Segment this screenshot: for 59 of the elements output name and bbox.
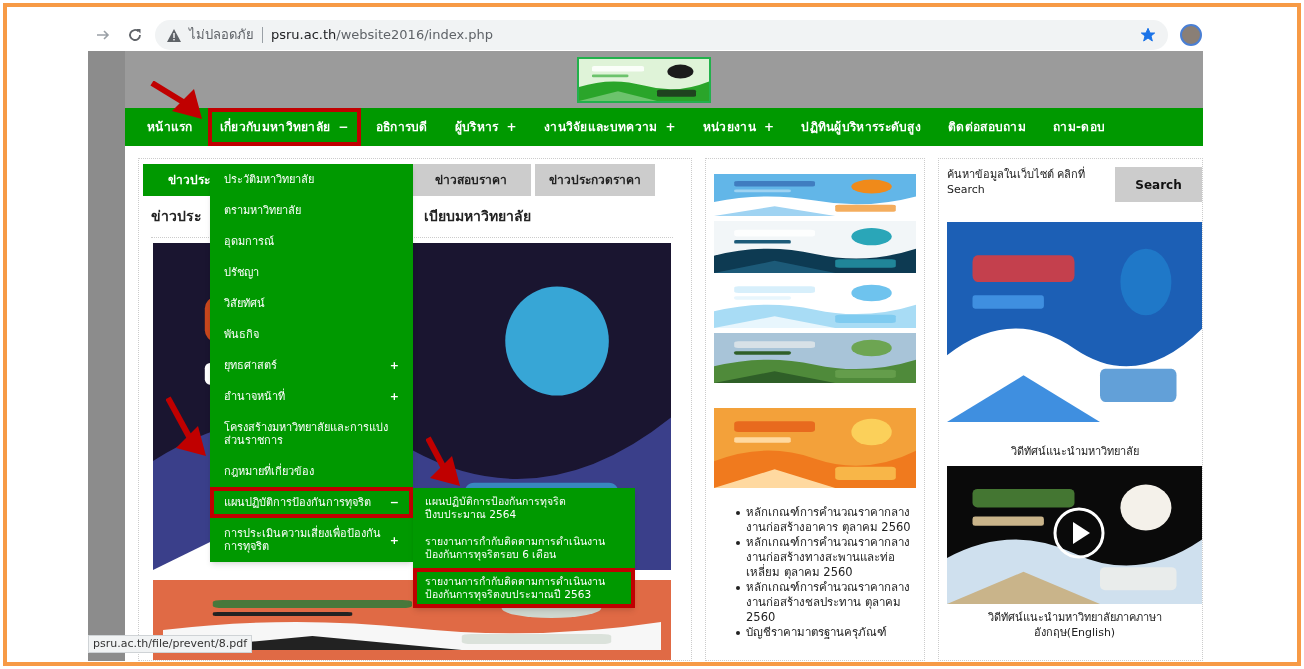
annotation-arrow: [166, 396, 206, 456]
submenu-item[interactable]: แผนปฏิบัติการป้องกันการทุจริตปีงบประมาณ 2564: [413, 488, 635, 528]
toggle-sign: +: [389, 359, 399, 372]
toggle-sign: +: [389, 533, 399, 547]
dropdown-item[interactable]: วิสัยทัศน์: [210, 288, 413, 319]
address-bar[interactable]: ไม่ปลอดภัย psru.ac.th/website2016/index.php: [155, 20, 1168, 50]
nav-item[interactable]: ติดต่อสอบถาม: [936, 108, 1039, 146]
price-link[interactable]: หลักเกณฑ์การคำนวณราคากลางงานก่อสร้างชลประทาน ตุลาคม 2560: [746, 580, 916, 625]
toggle-sign: +: [506, 120, 517, 134]
dropdown-item[interactable]: พันธกิจ: [210, 319, 413, 350]
nav-item[interactable]: หน่วยงาน +: [690, 108, 787, 146]
star-icon[interactable]: [1140, 27, 1156, 43]
dropdown-item[interactable]: ตรามหาวิทยาลัย: [210, 195, 413, 226]
bullet-icon: [736, 541, 740, 545]
video-caption: วิดีทัศน์แนะนำมหาวิทยาลัยภาคภาษาอังกฤษ(English): [986, 609, 1163, 640]
bullet-icon: [736, 586, 740, 590]
news-tab[interactable]: ข่าวสอบราคา: [411, 164, 531, 196]
nav-item[interactable]: ปฏิทินผู้บริหารระดับสูง: [789, 108, 934, 146]
toggle-sign: +: [763, 120, 775, 134]
price-link[interactable]: บัญชีราคามาตรฐานครุภัณฑ์: [746, 625, 887, 640]
annotation-arrow: [150, 81, 202, 119]
nav-item[interactable]: ผู้บริหาร +: [442, 108, 529, 146]
reload-icon[interactable]: [127, 27, 143, 43]
search-hint: ค้นหาข้อมูลในเว็บไซต์ คลิกที่ Search: [947, 167, 1087, 197]
toggle-sign: +: [665, 120, 676, 134]
bullet-icon: [736, 631, 740, 635]
news-heading: เบียบมหาวิทยาลัย: [424, 207, 531, 226]
toggle-sign: −: [389, 496, 399, 509]
submenu-item[interactable]: รายงานการกำกับติดตามการดำเนินงานป้องกันการทุจริตรอบ 6 เดือน: [413, 528, 635, 568]
price-link[interactable]: หลักเกณฑ์การคำนวณราคากลางงานก่อสร้างทางสะพานและท่อเหลี่ยม ตุลาคม 2560: [746, 535, 916, 580]
submenu-item[interactable]: รายงานการกำกับติดตามการดำเนินงานป้องกันการทุจริตงบประมาณปี 2563: [413, 568, 635, 608]
toggle-sign: +: [389, 390, 399, 403]
dropdown-item[interactable]: ปรัชญา: [210, 257, 413, 288]
dropdown-item[interactable]: การประเมินความเสี่ยงเพื่อป้องกันการทุจริต +: [210, 518, 413, 562]
security-label: ไม่ปลอดภัย: [189, 26, 254, 45]
search-button[interactable]: Search: [1115, 167, 1202, 202]
dropdown-item[interactable]: ประวัติมหาวิทยาลัย: [210, 164, 413, 195]
dropdown-item[interactable]: แผนปฏิบัติการป้องกันการทุจริต −: [210, 487, 413, 518]
annotation-arrow: [426, 436, 460, 486]
dropdown-item[interactable]: ยุทธศาสตร์ +: [210, 350, 413, 381]
avatar-icon[interactable]: [1180, 24, 1202, 46]
nav-item[interactable]: หน้าแรก: [135, 108, 205, 146]
bullet-icon: [736, 511, 740, 515]
nav-item[interactable]: งานวิจัยและบทความ +: [531, 108, 688, 146]
url-text: psru.ac.th/website2016/index.php: [271, 26, 493, 45]
dropdown-item[interactable]: กฎหมายที่เกี่ยวข้อง: [210, 456, 413, 487]
warning-icon: [167, 28, 181, 42]
video-title: วิดีทัศน์แนะนำมหาวิทยาลัย: [1009, 444, 1140, 460]
nav-item[interactable]: อธิการบดี: [363, 108, 440, 146]
news-heading: ข่าวประ: [151, 207, 202, 226]
dropdown-item[interactable]: อุดมการณ์: [210, 226, 413, 257]
nav-item[interactable]: ถาม-ดอบ: [1041, 108, 1118, 146]
toggle-sign: −: [338, 120, 349, 134]
dropdown-item[interactable]: โครงสร้างมหาวิทยาลัยและการแบ่งส่วนราชการ: [210, 412, 413, 456]
nav-item[interactable]: เกี่ยวกับมหาวิทยาลัย −: [207, 108, 361, 146]
news-tab[interactable]: ข่าวประกวดราคา: [535, 164, 655, 196]
play-icon[interactable]: [1052, 505, 1106, 560]
price-link[interactable]: หลักเกณฑ์การคำนวณราคากลางงานก่อสร้างอาคาร ตุลาคม 2560: [746, 505, 916, 535]
dropdown-item[interactable]: อำนาจหน้าที่ +: [210, 381, 413, 412]
